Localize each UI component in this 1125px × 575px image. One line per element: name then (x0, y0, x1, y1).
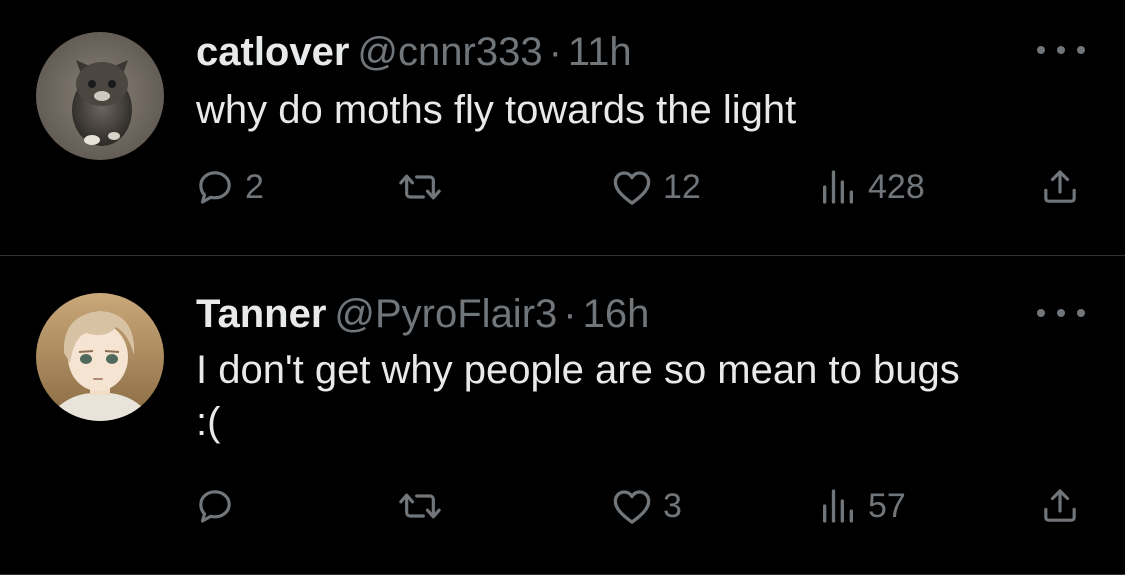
tweet[interactable]: catlover @cnnr333 · 11h why do moths fly to… (0, 0, 1125, 255)
tweet-text-line: I don't get why people are so mean to bu… (196, 348, 960, 392)
tweet-header: Tanner @PyroFlair3 · 16h (196, 290, 649, 338)
heart-icon (613, 171, 651, 205)
timestamp[interactable]: 16h (583, 292, 650, 336)
reply-count: 2 (245, 167, 264, 206)
retweet-button[interactable] (398, 481, 452, 531)
like-count: 3 (663, 486, 682, 525)
timestamp[interactable]: 11h (568, 30, 632, 74)
retweet-icon (399, 174, 441, 200)
avatar[interactable] (36, 293, 164, 421)
display-name[interactable]: Tanner (196, 292, 326, 336)
tweet-text-line: :( (196, 400, 221, 444)
anime-boy-avatar-icon (36, 293, 164, 421)
separator-dot: · (563, 292, 577, 336)
retweet-button[interactable] (398, 162, 452, 212)
view-count: 428 (868, 167, 925, 206)
separator-dot: · (548, 30, 562, 74)
tweet[interactable]: Tanner @PyroFlair3 · 16h I don't get why pe… (0, 256, 1125, 574)
user-handle[interactable]: @PyroFlair3 (334, 292, 557, 336)
reply-button[interactable] (195, 481, 245, 531)
like-count: 12 (663, 167, 701, 206)
tweet-text: I don't get why people are so mean to bu… (196, 344, 1096, 448)
reply-button[interactable]: 2 (195, 162, 264, 212)
views-button[interactable]: 428 (818, 162, 925, 212)
kitten-avatar-icon (36, 32, 164, 160)
like-button[interactable]: 12 (611, 162, 701, 212)
avatar[interactable] (36, 32, 164, 160)
views-icon (823, 489, 853, 523)
heart-icon (613, 490, 651, 524)
action-bar: 3 57 (0, 481, 1125, 531)
tweet-header: catlover @cnnr333 · 11h (196, 28, 632, 76)
like-button[interactable]: 3 (611, 481, 682, 531)
tweet-text: why do moths fly towards the light (196, 84, 1096, 136)
view-count: 57 (868, 486, 906, 525)
share-button[interactable] (1040, 162, 1080, 212)
display-name[interactable]: catlover (196, 30, 349, 74)
share-button[interactable] (1040, 481, 1080, 531)
more-icon[interactable] (1037, 303, 1085, 323)
reply-icon (199, 171, 231, 204)
retweet-icon (399, 493, 441, 519)
reply-icon (199, 490, 231, 523)
share-icon (1044, 170, 1076, 203)
views-icon (823, 170, 853, 204)
user-handle[interactable]: @cnnr333 (357, 30, 542, 74)
action-bar: 2 12 428 (0, 162, 1125, 212)
tweet-text-line: why do moths fly towards the light (196, 88, 797, 132)
views-button[interactable]: 57 (818, 481, 906, 531)
more-icon[interactable] (1037, 40, 1085, 60)
share-icon (1044, 489, 1076, 522)
